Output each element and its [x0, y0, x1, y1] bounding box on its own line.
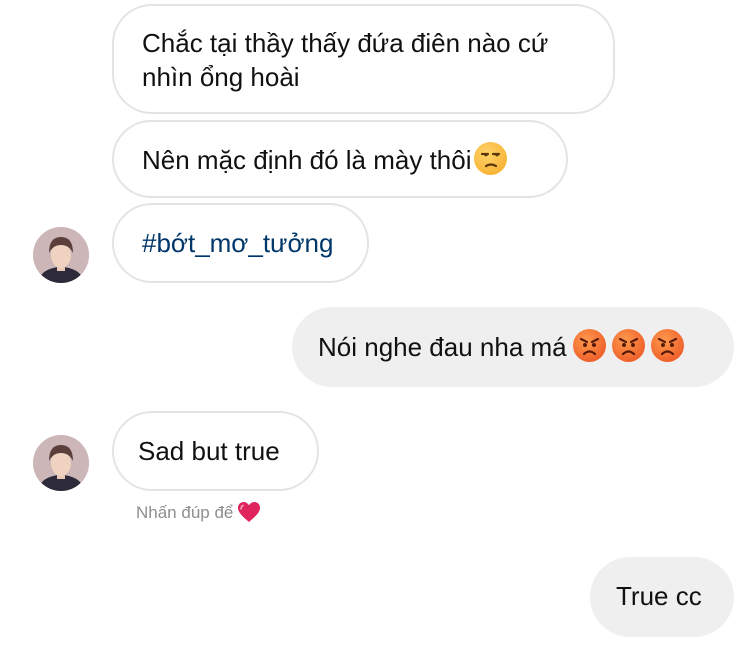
- message-bubble-incoming[interactable]: #bớt_mơ_tưởng: [112, 203, 369, 283]
- pouting-face-icon: [650, 329, 684, 362]
- unamused-face-icon: [473, 142, 507, 175]
- message-bubble-outgoing[interactable]: True cc: [590, 557, 734, 637]
- pouting-face-icon: [611, 329, 645, 362]
- message-text: Nói nghe đau nha má: [318, 332, 567, 362]
- pouting-face-icon: [572, 329, 606, 362]
- double-tap-hint-text: Nhấn đúp để: [136, 503, 234, 522]
- double-tap-hint: Nhấn đúp để: [136, 501, 261, 528]
- message-bubble-outgoing[interactable]: Nói nghe đau nha má: [292, 307, 734, 387]
- message-text-line-2: nhìn ổng hoài: [142, 62, 300, 92]
- contact-avatar[interactable]: [33, 227, 89, 283]
- message-bubble-incoming[interactable]: Chắc tại thầy thấy đứa điên nào cứ nhìn …: [112, 4, 615, 114]
- contact-avatar[interactable]: [33, 435, 89, 491]
- message-text: Nên mặc định đó là mày thôi: [142, 145, 472, 175]
- hashtag-link[interactable]: #bớt_mơ_tưởng: [142, 228, 333, 258]
- message-text-line-1: Chắc tại thầy thấy đứa điên nào cứ: [142, 28, 549, 58]
- heart-icon: [237, 501, 261, 528]
- message-text: Sad but true: [138, 436, 280, 466]
- message-bubble-incoming[interactable]: Nên mặc định đó là mày thôi: [112, 120, 568, 198]
- message-bubble-incoming[interactable]: Sad but true: [112, 411, 319, 491]
- message-text: True cc: [616, 581, 702, 611]
